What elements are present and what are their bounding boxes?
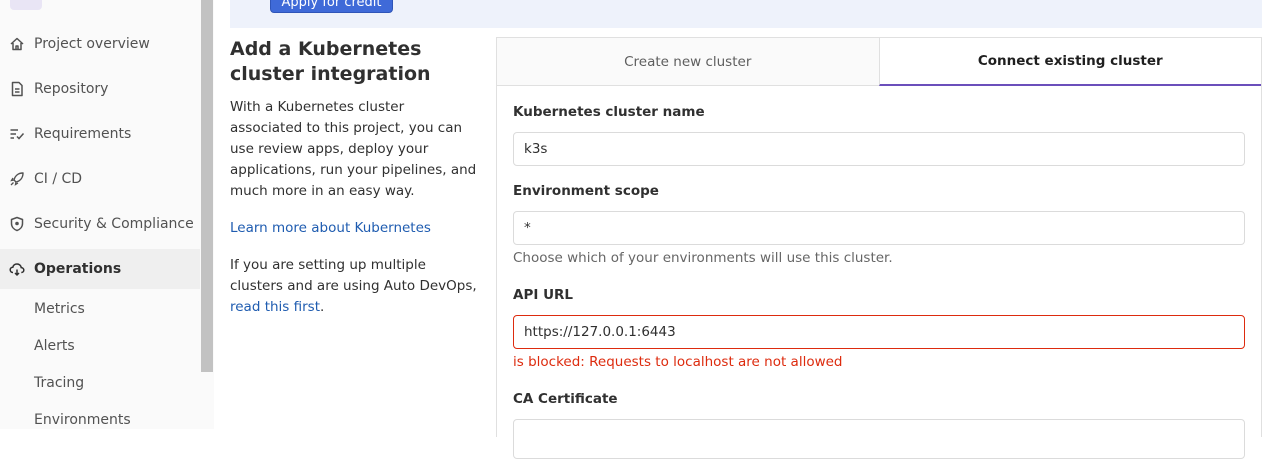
cloud-gear-icon xyxy=(9,261,25,277)
sidebar-item-security-compliance[interactable]: Security & Compliance xyxy=(0,204,200,244)
autodevops-end: . xyxy=(320,299,325,315)
tab-create-new-cluster[interactable]: Create new cluster xyxy=(497,38,879,85)
sidebar: Project overview Repository Requirements… xyxy=(0,0,214,429)
sidebar-item-label: Repository xyxy=(34,81,109,97)
sidebar-item-operations[interactable]: Operations xyxy=(0,249,200,289)
sidebar-subitem-alerts[interactable]: Alerts xyxy=(34,338,75,354)
sidebar-item-label: Requirements xyxy=(34,126,132,142)
project-avatar[interactable] xyxy=(10,0,42,10)
rocket-icon xyxy=(9,171,25,187)
learn-more-link[interactable]: Learn more about Kubernetes xyxy=(230,218,480,239)
ca-certificate-input[interactable] xyxy=(513,419,1245,459)
promo-banner: Apply for credit xyxy=(230,0,1262,28)
sidebar-subitem-tracing[interactable]: Tracing xyxy=(34,375,84,391)
sidebar-item-label: Security & Compliance xyxy=(34,216,194,232)
cluster-tabs: Create new cluster Connect existing clus… xyxy=(497,38,1261,86)
intro-section: Add a Kubernetes cluster integration Wit… xyxy=(230,37,480,318)
autodevops-text: If you are setting up multiple clusters … xyxy=(230,257,477,294)
cluster-name-label: Kubernetes cluster name xyxy=(513,104,705,120)
page-title: Add a Kubernetes cluster integration xyxy=(230,38,431,85)
intro-description: With a Kubernetes cluster associated to … xyxy=(230,99,477,199)
environment-scope-label: Environment scope xyxy=(513,183,659,199)
api-url-error: is blocked: Requests to localhost are no… xyxy=(513,354,843,370)
home-icon xyxy=(9,36,25,52)
sidebar-item-repository[interactable]: Repository xyxy=(0,69,200,109)
sidebar-item-label: Operations xyxy=(34,261,122,277)
cluster-name-input[interactable]: k3s xyxy=(513,132,1245,166)
ca-certificate-label: CA Certificate xyxy=(513,391,618,407)
sidebar-item-project-overview[interactable]: Project overview xyxy=(0,24,200,64)
tab-connect-existing-cluster[interactable]: Connect existing cluster xyxy=(878,38,1261,86)
apply-for-credit-button[interactable]: Apply for credit xyxy=(270,0,393,13)
api-url-label: API URL xyxy=(513,287,574,303)
sidebar-item-ci-cd[interactable]: CI / CD xyxy=(0,159,200,199)
requirements-icon xyxy=(9,126,25,142)
sidebar-subitem-metrics[interactable]: Metrics xyxy=(34,301,85,317)
autodevops-note: If you are setting up multiple clusters … xyxy=(230,255,480,318)
environment-scope-input[interactable]: * xyxy=(513,211,1245,245)
document-icon xyxy=(9,81,25,97)
api-url-input[interactable]: https://127.0.0.1:6443 xyxy=(513,315,1245,349)
read-this-first-link[interactable]: read this first xyxy=(230,299,320,315)
shield-icon xyxy=(9,216,25,232)
sidebar-item-label: CI / CD xyxy=(34,171,83,187)
environment-scope-help: Choose which of your environments will u… xyxy=(513,250,893,266)
sidebar-item-requirements[interactable]: Requirements xyxy=(0,114,200,154)
sidebar-subitem-environments[interactable]: Environments xyxy=(34,412,131,428)
sidebar-scrollbar[interactable] xyxy=(201,0,213,372)
sidebar-item-label: Project overview xyxy=(34,36,150,52)
cluster-form-panel: Create new cluster Connect existing clus… xyxy=(496,37,1262,459)
